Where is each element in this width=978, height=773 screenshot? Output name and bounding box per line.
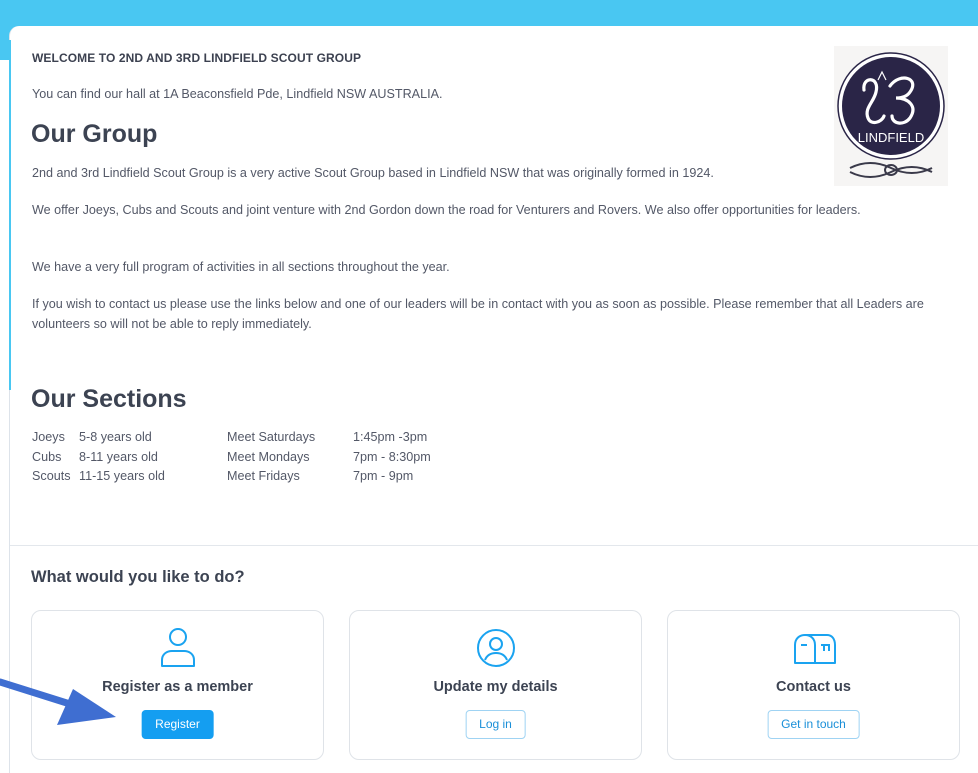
- section-time: 1:45pm -3pm: [353, 430, 428, 444]
- section-name: Joeys: [32, 430, 65, 444]
- welcome-title: WELCOME TO 2ND AND 3RD LINDFIELD SCOUT G…: [32, 51, 362, 65]
- group-logo: LINDFIELD: [834, 46, 948, 186]
- address-text: You can find our hall at 1A Beaconsfield…: [32, 87, 443, 101]
- section-time: 7pm - 9pm: [353, 469, 414, 483]
- pointer-arrow-icon: [0, 668, 140, 733]
- section-day: Meet Mondays: [227, 449, 310, 464]
- group-paragraph: We offer Joeys, Cubs and Scouts and join…: [32, 203, 861, 217]
- mailbox-icon: [791, 627, 837, 674]
- section-ages: 11-15 years old: [79, 469, 165, 483]
- section-ages: 5-8 years old: [79, 430, 152, 444]
- user-circle-icon: [475, 627, 517, 674]
- group-paragraph: We have a very full program of activitie…: [32, 260, 450, 274]
- contact-card[interactable]: Contact us Get in touch: [667, 610, 960, 760]
- our-sections-heading: Our Sections: [31, 385, 187, 413]
- section-day: Meet Fridays: [227, 469, 300, 483]
- action-title: Contact us: [776, 679, 851, 695]
- group-paragraph: 2nd and 3rd Lindfield Scout Group is a v…: [32, 166, 714, 180]
- section-name: Cubs: [32, 449, 62, 464]
- section-ages: 8-11 years old: [79, 449, 158, 464]
- section-name: Scouts: [32, 469, 71, 483]
- user-icon: [158, 627, 198, 674]
- login-button[interactable]: Log in: [465, 710, 526, 739]
- our-group-heading: Our Group: [31, 120, 158, 148]
- group-paragraph: If you wish to contact us please use the…: [32, 297, 924, 331]
- section-time: 7pm - 8:30pm: [353, 449, 431, 464]
- divider: [10, 545, 978, 546]
- actions-heading: What would you like to do?: [31, 568, 245, 586]
- register-button[interactable]: Register: [141, 710, 214, 739]
- get-in-touch-button[interactable]: Get in touch: [767, 710, 860, 739]
- update-details-card[interactable]: Update my details Log in: [349, 610, 642, 760]
- section-day: Meet Saturdays: [227, 430, 316, 444]
- accent-line: [9, 40, 11, 390]
- logo-text: LINDFIELD: [858, 130, 924, 145]
- action-title: Update my details: [433, 679, 558, 695]
